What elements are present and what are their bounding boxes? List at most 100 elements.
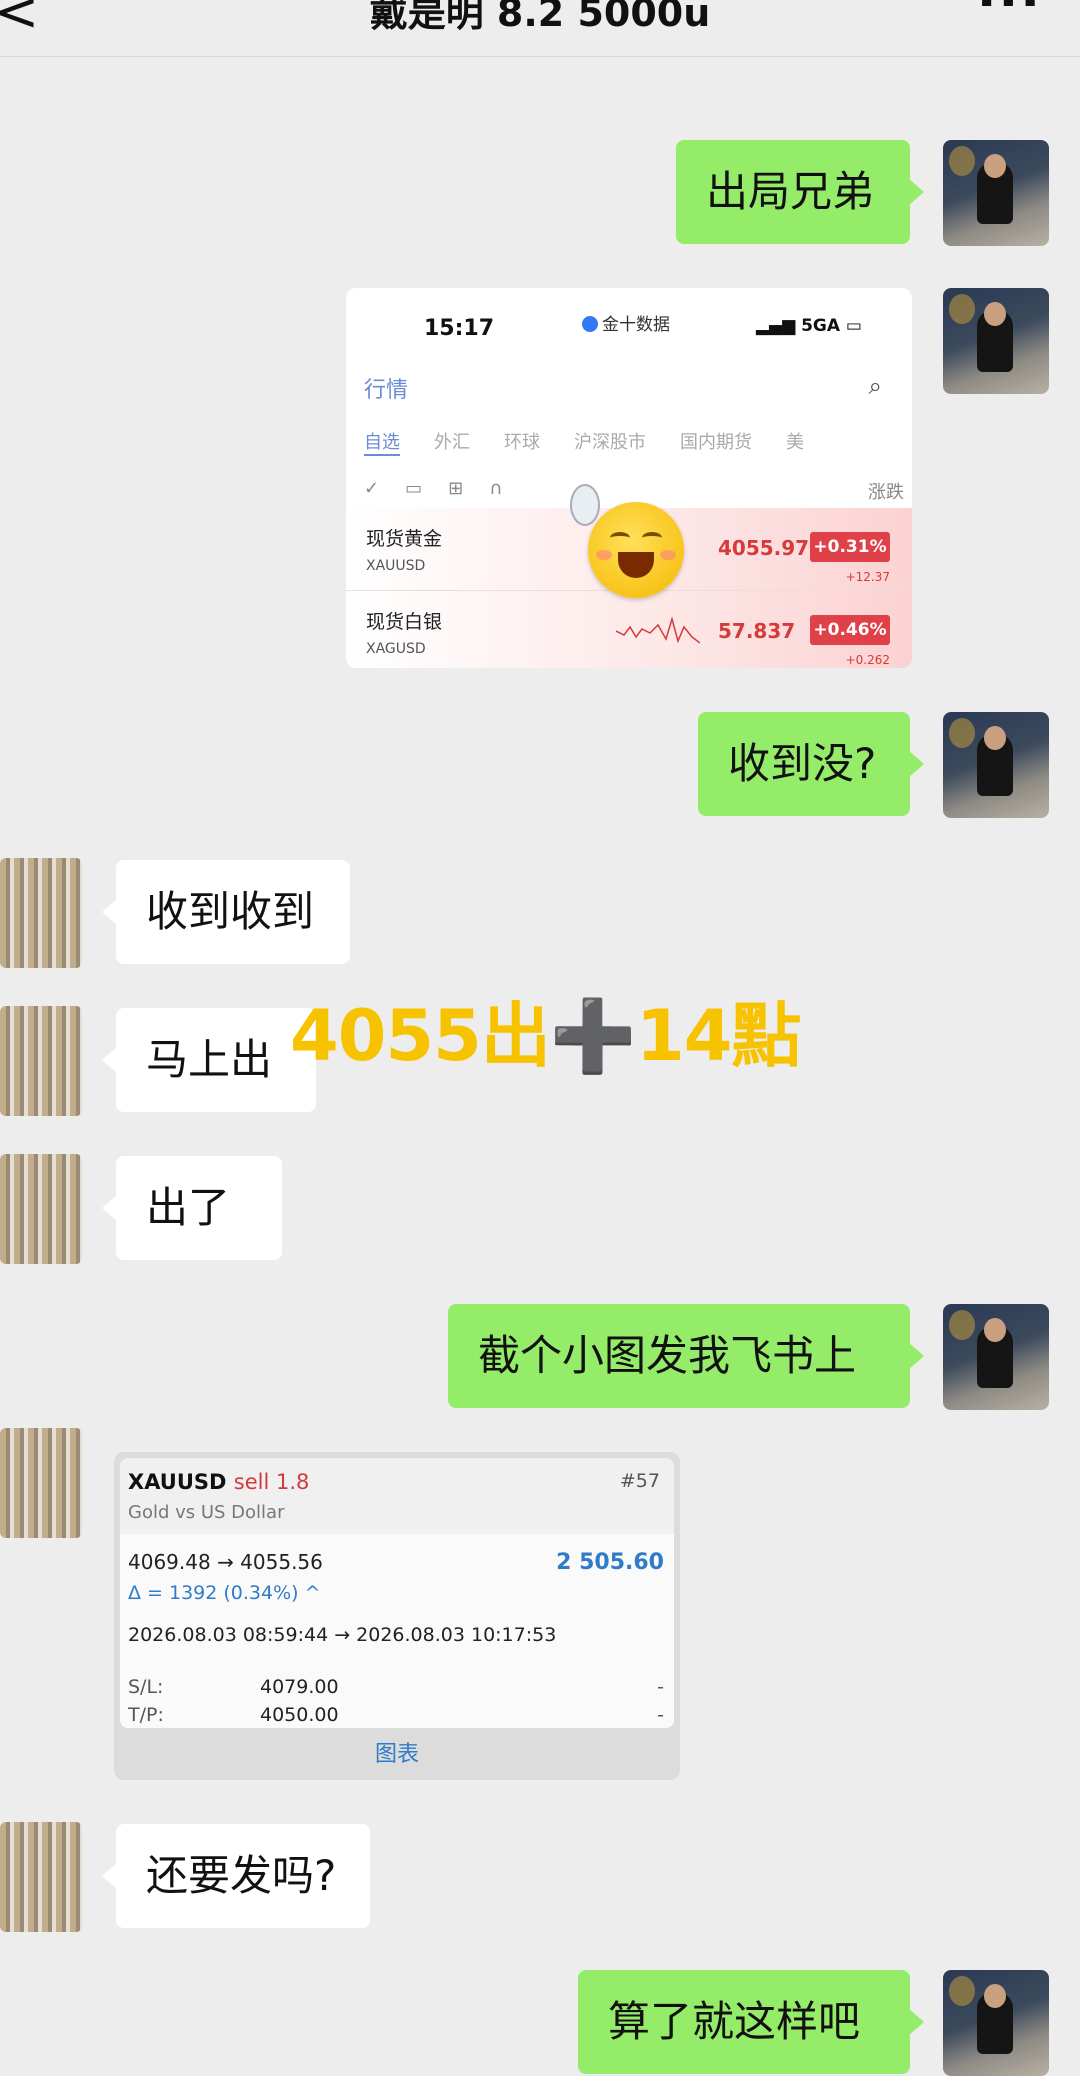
tab-label: 沪深股市 (574, 432, 646, 453)
emoji-blush-right (660, 550, 676, 560)
instrument-name: 现货白银 (366, 611, 443, 633)
more-icon[interactable]: ··· (977, 0, 1042, 32)
message-bubble-sent[interactable]: 截个小图发我飞书上 (448, 1304, 924, 1408)
app-logo-icon (582, 316, 598, 332)
check-icon: ✓ (364, 478, 380, 499)
overlay-caption: 4055出➕14點 (290, 980, 801, 1081)
message-text: 马上出 (146, 1034, 273, 1084)
trade-description: Gold vs US Dollar (128, 1502, 285, 1523)
avatar-self[interactable] (943, 712, 1049, 818)
list-icon: ▭ (405, 478, 423, 499)
grid-icon: ⊞ (448, 478, 464, 499)
instrument-price: 57.837 (718, 619, 796, 643)
avatar-decor (949, 146, 975, 176)
avatar-decor (949, 294, 975, 324)
plus-icon: ➕ (549, 995, 637, 1077)
chat-title: 戴是明 8.2 5000u (369, 0, 711, 35)
avatar-contact[interactable] (0, 1154, 82, 1264)
avatar-contact[interactable] (0, 1428, 82, 1538)
avatar-self[interactable] (943, 288, 1049, 394)
emoji-blush-left (596, 550, 612, 560)
trade-card-header: XAUUSD sell 1.8 #57 Gold vs US Dollar (120, 1458, 674, 1534)
avatar-face (984, 1984, 1006, 2008)
quote-screenshot-image[interactable]: 15:17 金十数据 ▂▄▆ 5GA ▭ 行情 ⌕ 自选 外汇 环球 沪深股市 … (346, 288, 912, 668)
search-icon: ⌕ (868, 372, 882, 400)
message-bubble-received[interactable]: 马上出 (102, 1008, 316, 1112)
tab-label: 环球 (504, 432, 540, 453)
instrument-code: XAUUSD (366, 558, 426, 574)
headphone-icon: ∩ (489, 478, 503, 499)
avatar-face (984, 1318, 1006, 1342)
avatar-decor (949, 1976, 975, 2006)
trade-side: sell 1.8 (233, 1470, 310, 1494)
sparkline-chart (616, 616, 700, 644)
tab-label: 外汇 (434, 432, 470, 453)
tab-label: 国内期货 (680, 432, 752, 453)
emoji-eye-left (610, 532, 630, 544)
chart-link[interactable]: 图表 (114, 1736, 680, 1768)
instrument-code: XAGUSD (366, 641, 426, 657)
avatar-self[interactable] (943, 1970, 1049, 2076)
quote-row: 现货白银 XAGUSD 57.837 +0.46% +0.262 (346, 590, 912, 668)
section-title: 行情 (364, 378, 409, 403)
overlay-left: 4055出 (290, 995, 551, 1077)
change-abs: +0.262 (845, 653, 890, 667)
steam-puff (570, 484, 600, 526)
message-bubble-sent[interactable]: 出局兄弟 (676, 140, 924, 244)
trade-screenshot-image[interactable]: XAUUSD sell 1.8 #57 Gold vs US Dollar 40… (114, 1452, 680, 1780)
message-text: 截个小图发我飞书上 (478, 1330, 857, 1380)
tp-value: 4050.00 (260, 1704, 339, 1726)
sparkline-line (616, 616, 700, 644)
avatar-decor (949, 718, 975, 748)
avatar-self[interactable] (943, 1304, 1049, 1410)
trade-times: 2026.08.03 08:59:44 → 2026.08.03 10:17:5… (128, 1624, 557, 1646)
trade-card: XAUUSD sell 1.8 #57 Gold vs US Dollar 40… (120, 1458, 674, 1728)
signal-indicator: ▂▄▆ 5GA ▭ (755, 316, 862, 336)
tp-extra: - (657, 1704, 664, 1726)
sl-value: 4079.00 (260, 1676, 339, 1698)
signal-text: 5GA (801, 316, 841, 336)
avatar-contact[interactable] (0, 1822, 82, 1932)
tab-label: 自选 (364, 428, 400, 456)
avatar-face (984, 302, 1006, 326)
overlay-right: 14點 (636, 995, 801, 1077)
message-bubble-received[interactable]: 还要发吗? (102, 1824, 370, 1928)
trade-ticket: #57 (619, 1470, 660, 1492)
emoji-mouth (618, 552, 654, 578)
quote-toolbar: ✓ ▭ ⊞ ∩ 涨跌 (364, 478, 904, 504)
message-text: 还要发吗? (146, 1850, 337, 1900)
message-bubble-received[interactable]: 出了 (102, 1156, 282, 1260)
avatar-decor (949, 1310, 975, 1340)
app-name-text: 金十数据 (602, 315, 670, 335)
avatar-contact[interactable] (0, 1006, 82, 1116)
avatar-contact[interactable] (0, 858, 82, 968)
avatar-self[interactable] (943, 140, 1049, 246)
message-text: 出局兄弟 (706, 166, 875, 216)
sl-label: S/L: (128, 1676, 164, 1698)
tab-label: 美 (786, 432, 804, 453)
trade-symbol: XAUUSD sell 1.8 (128, 1470, 309, 1494)
tp-label: T/P: (128, 1704, 164, 1726)
app-name: 金十数据 (582, 310, 670, 335)
trade-delta: Δ = 1392 (0.34%) ^ (128, 1582, 321, 1604)
message-text: 出了 (146, 1182, 231, 1232)
change-abs: +12.37 (845, 570, 890, 584)
market-tabs: 自选 外汇 环球 沪深股市 国内期货 美 (364, 428, 904, 456)
status-time: 15:17 (424, 316, 495, 341)
instrument-price: 4055.97 (718, 536, 810, 560)
avatar-face (984, 154, 1006, 178)
avatar-face (984, 726, 1006, 750)
emoji-eye-right (642, 532, 662, 544)
message-bubble-sent[interactable]: 算了就这样吧 (578, 1970, 924, 2074)
symbol-text: XAUUSD (128, 1470, 227, 1494)
message-text: 算了就这样吧 (608, 1996, 861, 2046)
hot-face-emoji-sticker (570, 484, 684, 598)
change-badge: +0.31% (810, 532, 890, 562)
instrument-name: 现货黄金 (366, 528, 443, 550)
sl-extra: - (657, 1676, 664, 1698)
message-bubble-sent[interactable]: 收到没? (698, 712, 924, 816)
message-text: 收到收到 (146, 886, 315, 936)
trade-prices: 4069.48 → 4055.56 (128, 1550, 323, 1574)
message-bubble-received[interactable]: 收到收到 (102, 860, 350, 964)
message-text: 收到没? (728, 738, 877, 788)
